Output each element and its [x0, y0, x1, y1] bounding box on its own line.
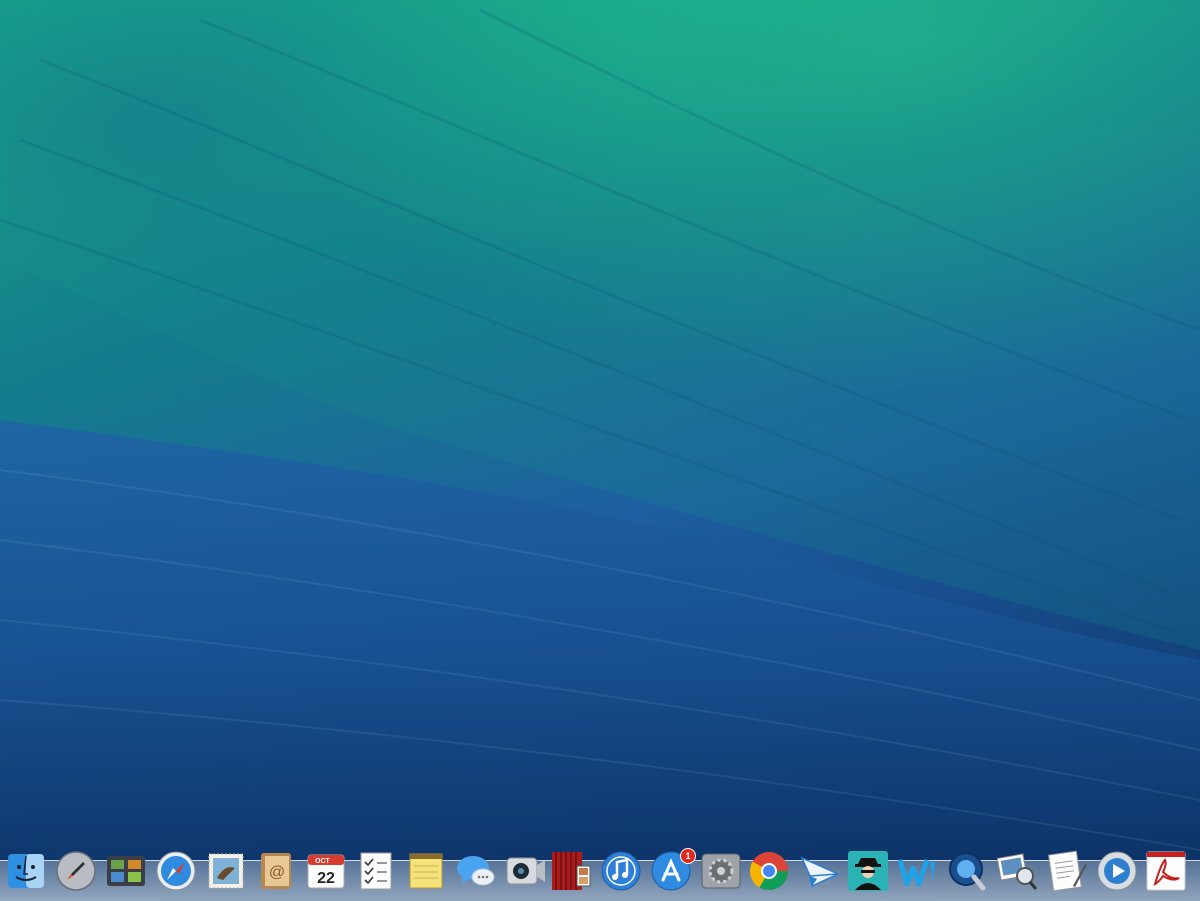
gear-icon: [700, 850, 742, 892]
dock-item-notes[interactable]: [403, 848, 449, 894]
dock-item-word-app[interactable]: [895, 848, 941, 894]
dock-item-acrobat[interactable]: [1143, 848, 1189, 894]
app-store-badge: 1: [680, 848, 696, 864]
dock-item-calendar[interactable]: OCT 22: [303, 848, 349, 894]
chrome-icon: [748, 850, 790, 892]
dock-item-quicktime[interactable]: [945, 848, 991, 894]
dock-item-safari[interactable]: [153, 848, 199, 894]
curtain-icon: [550, 850, 592, 892]
dock-item-media-player[interactable]: [1094, 848, 1140, 894]
spy-icon: [847, 850, 889, 892]
dock-item-preview[interactable]: [995, 848, 1041, 894]
mission-control-icon: [105, 850, 147, 892]
dock-item-messages[interactable]: [453, 848, 499, 894]
dock-item-spy-app[interactable]: [845, 848, 891, 894]
checklist-icon: [355, 850, 397, 892]
w-letter-icon: [897, 850, 939, 892]
photos-magnifier-icon: [997, 850, 1039, 892]
rocket-icon: [55, 850, 97, 892]
dock-item-mission-control[interactable]: [103, 848, 149, 894]
play-circle-icon: [1096, 850, 1138, 892]
calendar-day: 22: [317, 870, 335, 887]
dock-item-reminders[interactable]: [353, 848, 399, 894]
dock-item-system-preferences[interactable]: [698, 848, 744, 894]
notepad-icon: [405, 850, 447, 892]
dock-item-contacts[interactable]: @: [253, 848, 299, 894]
music-note-icon: [600, 850, 642, 892]
dock-item-textedit[interactable]: [1045, 848, 1091, 894]
speech-bubble-icon: [455, 850, 497, 892]
dock-item-photo-booth[interactable]: [548, 848, 594, 894]
finder-icon: [5, 850, 47, 892]
dock-item-facetime[interactable]: [503, 848, 549, 894]
dock-item-itunes[interactable]: [598, 848, 644, 894]
address-book-icon: @: [255, 850, 297, 892]
paper-plane-icon: [798, 850, 840, 892]
dock-item-chrome[interactable]: [746, 848, 792, 894]
compass-icon: [155, 850, 197, 892]
dock: @ OCT 22 1: [0, 844, 1200, 900]
desktop-wallpaper: [0, 0, 1200, 900]
dock-item-launchpad[interactable]: [53, 848, 99, 894]
svg-text:@: @: [269, 864, 285, 881]
dock-item-airmail[interactable]: [796, 848, 842, 894]
calendar-month: OCT: [315, 858, 331, 865]
dock-item-finder[interactable]: [3, 848, 49, 894]
document-pen-icon: [1047, 850, 1089, 892]
app-store-icon: 1: [650, 848, 696, 892]
stamp-icon: [205, 850, 247, 892]
calendar-icon: OCT 22: [305, 850, 347, 892]
dock-item-app-store[interactable]: 1: [648, 848, 696, 894]
quicktime-icon: [947, 850, 989, 892]
dock-item-mail[interactable]: [203, 848, 249, 894]
pdf-icon: [1145, 850, 1187, 892]
camera-icon: [505, 850, 547, 892]
